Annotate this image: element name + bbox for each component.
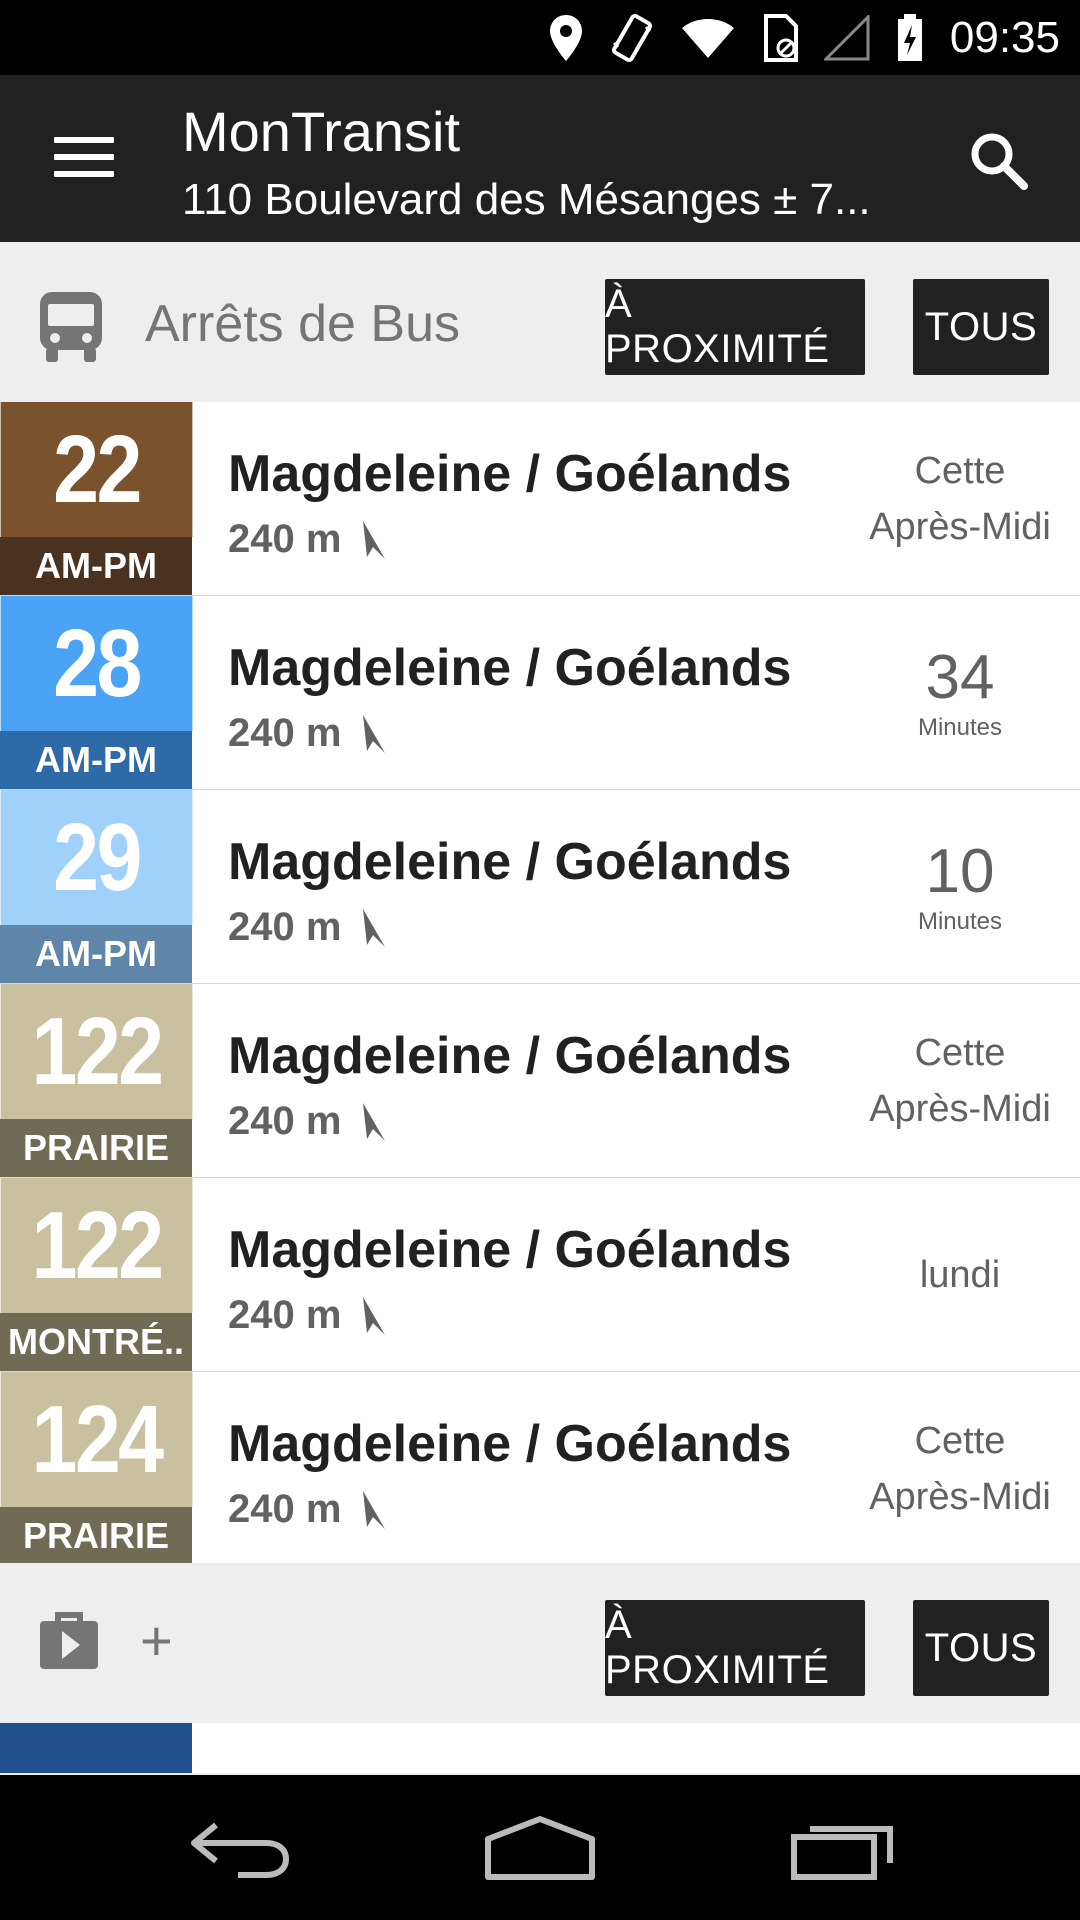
location-subtitle: 110 Boulevard des Mésanges ± 7... xyxy=(182,175,871,224)
app-title: MonTransit xyxy=(182,100,461,163)
route-number: 122 xyxy=(0,1178,193,1313)
time-line-1: Cette xyxy=(914,449,1006,492)
stop-name: Magdeleine / Goélands xyxy=(228,639,792,697)
distance-value: 240 m xyxy=(228,1487,342,1531)
recent-apps-button[interactable] xyxy=(790,1815,896,1881)
compass-arrow-icon xyxy=(363,1102,386,1141)
stop-name: Magdeleine / Goélands xyxy=(228,1221,792,1279)
home-button[interactable] xyxy=(484,1815,596,1881)
list-item-partial[interactable] xyxy=(0,1723,1080,1773)
route-direction: AM-PM xyxy=(0,537,192,595)
time-line-1: Cette xyxy=(914,1031,1006,1074)
stop-row[interactable]: 29 AM-PM Magdeleine / Goélands 240 m 10 … xyxy=(0,790,1080,984)
next-departure: 34 Minutes xyxy=(860,596,1060,789)
search-button[interactable] xyxy=(966,128,1034,196)
stop-row[interactable]: 122 MONTRÉ.. Magdeleine / Goélands 240 m… xyxy=(0,1178,1080,1372)
back-button[interactable] xyxy=(188,1815,292,1881)
stop-name: Magdeleine / Goélands xyxy=(228,1415,792,1473)
stop-distance: 240 m xyxy=(228,1293,389,1338)
clock: 09:35 xyxy=(949,12,1060,62)
stop-distance: 240 m xyxy=(228,1487,389,1532)
compass-arrow-icon xyxy=(363,1490,386,1529)
compass-arrow-icon xyxy=(363,520,386,559)
vibrate-icon xyxy=(611,13,652,62)
search-icon xyxy=(971,133,1028,190)
bus-stops-header: Arrêts de Bus À PROXIMITÉ TOUS xyxy=(0,242,1080,402)
route-badge: 22 AM-PM xyxy=(0,402,193,595)
location-icon xyxy=(549,14,582,61)
stop-distance: 240 m xyxy=(228,905,389,950)
next-departure: lundi xyxy=(860,1178,1060,1371)
action-bar: MonTransit 110 Boulevard des Mésanges ± … xyxy=(0,75,1080,242)
stop-name: Magdeleine / Goélands xyxy=(228,445,792,503)
route-badge: 122 MONTRÉ.. xyxy=(0,1178,193,1371)
stop-row[interactable]: 124 PRAIRIE Magdeleine / Goélands 240 m … xyxy=(0,1372,1080,1565)
route-direction: PRAIRIE xyxy=(0,1119,192,1177)
signal-icon xyxy=(823,14,870,60)
route-number: 22 xyxy=(0,402,193,537)
compass-arrow-icon xyxy=(363,1296,386,1335)
next-departure: Cette Après-Midi xyxy=(860,984,1060,1177)
compass-arrow-icon xyxy=(363,908,386,947)
time-line-2: Après-Midi xyxy=(869,1475,1051,1518)
route-badge: 122 PRAIRIE xyxy=(0,984,193,1177)
stop-distance: 240 m xyxy=(228,517,389,562)
time-line-1: lundi xyxy=(919,1253,1001,1296)
route-number: 28 xyxy=(0,596,193,731)
distance-value: 240 m xyxy=(228,1293,342,1337)
minutes-unit: Minutes xyxy=(917,907,1003,935)
hamburger-icon xyxy=(54,137,114,143)
minutes-value: 34 xyxy=(925,642,995,712)
bus-icon xyxy=(40,292,102,362)
status-bar: 09:35 xyxy=(0,0,1080,75)
time-line-2: Après-Midi xyxy=(869,1087,1051,1130)
battery-charging-icon xyxy=(897,13,922,61)
next-departure: Cette Après-Midi xyxy=(860,1372,1060,1565)
all-button[interactable]: TOUS xyxy=(913,279,1049,375)
distance-value: 240 m xyxy=(228,711,342,755)
distance-value: 240 m xyxy=(228,905,342,949)
all-button[interactable]: TOUS xyxy=(913,1600,1049,1696)
route-number: 124 xyxy=(0,1372,193,1507)
route-number: 29 xyxy=(0,790,193,925)
stop-row[interactable]: 122 PRAIRIE Magdeleine / Goélands 240 m … xyxy=(0,984,1080,1178)
time-line-1: Cette xyxy=(914,1419,1006,1462)
route-direction: PRAIRIE xyxy=(0,1507,192,1565)
section-title: Arrêts de Bus xyxy=(145,295,461,353)
stop-row[interactable]: 22 AM-PM Magdeleine / Goélands 240 m Cet… xyxy=(0,402,1080,596)
route-badge: 29 AM-PM xyxy=(0,790,193,983)
stop-name: Magdeleine / Goélands xyxy=(228,833,792,891)
minutes-value: 10 xyxy=(925,836,995,906)
route-direction: AM-PM xyxy=(0,925,192,983)
nearby-button[interactable]: À PROXIMITÉ xyxy=(605,279,865,375)
route-badge: 28 AM-PM xyxy=(0,596,193,789)
stop-list: 22 AM-PM Magdeleine / Goélands 240 m Cet… xyxy=(0,402,1080,1565)
menu-button[interactable] xyxy=(40,127,130,187)
next-departure: Cette Après-Midi xyxy=(860,402,1060,595)
modules-header: + À PROXIMITÉ TOUS xyxy=(0,1563,1080,1723)
route-badge: 124 PRAIRIE xyxy=(0,1372,193,1565)
route-direction: AM-PM xyxy=(0,731,192,789)
nearby-button[interactable]: À PROXIMITÉ xyxy=(605,1600,865,1696)
route-badge xyxy=(0,1723,192,1773)
wifi-icon xyxy=(681,18,734,58)
distance-value: 240 m xyxy=(228,1099,342,1143)
compass-arrow-icon xyxy=(363,714,386,753)
route-direction: MONTRÉ.. xyxy=(0,1313,192,1371)
distance-value: 240 m xyxy=(228,517,342,561)
stop-distance: 240 m xyxy=(228,711,389,756)
stop-distance: 240 m xyxy=(228,1099,389,1144)
navigation-bar xyxy=(0,1775,1080,1920)
route-number: 122 xyxy=(0,984,193,1119)
minutes-unit: Minutes xyxy=(917,713,1003,741)
add-button[interactable]: + xyxy=(140,1608,173,1673)
next-departure: 10 Minutes xyxy=(860,790,1060,983)
sim-card-icon xyxy=(763,13,798,62)
stop-name: Magdeleine / Goélands xyxy=(228,1027,792,1085)
play-store-bag-icon xyxy=(40,1612,98,1669)
time-line-2: Après-Midi xyxy=(869,505,1051,548)
stop-row[interactable]: 28 AM-PM Magdeleine / Goélands 240 m 34 … xyxy=(0,596,1080,790)
